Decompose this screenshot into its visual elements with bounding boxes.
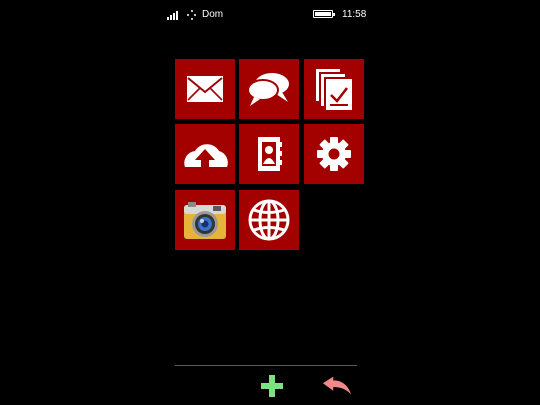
tile-messages[interactable] [239, 59, 299, 119]
status-bar: Dom 11:58 [0, 0, 540, 30]
gear-icon [317, 137, 351, 171]
cloud-upload-icon [184, 144, 228, 167]
battery-icon [313, 10, 335, 18]
app-tiles-grid [175, 59, 366, 250]
tile-tasks[interactable] [304, 59, 364, 119]
chat-icon [247, 71, 291, 106]
tile-cloud[interactable] [175, 124, 235, 184]
tile-mail[interactable] [175, 59, 235, 119]
add-button[interactable] [257, 372, 287, 400]
plus-icon [261, 375, 283, 397]
globe-icon [248, 199, 290, 241]
contacts-icon [258, 137, 282, 171]
tile-camera[interactable] [175, 190, 235, 250]
wifi-icon [187, 10, 197, 20]
mail-icon [187, 76, 223, 102]
tile-settings[interactable] [304, 124, 364, 184]
network-name: Dom [202, 9, 224, 20]
tile-contacts[interactable] [239, 124, 299, 184]
home-screen: Dom 11:58 [0, 0, 540, 405]
tasks-icon [316, 69, 352, 110]
battery-level [315, 12, 331, 16]
back-arrow-icon [322, 376, 352, 395]
signal-icon [167, 10, 183, 20]
tile-browser[interactable] [239, 190, 299, 250]
clock: 11:58 [342, 9, 367, 20]
camera-icon [184, 202, 226, 239]
bottom-divider [175, 365, 357, 366]
back-button[interactable] [322, 372, 352, 400]
